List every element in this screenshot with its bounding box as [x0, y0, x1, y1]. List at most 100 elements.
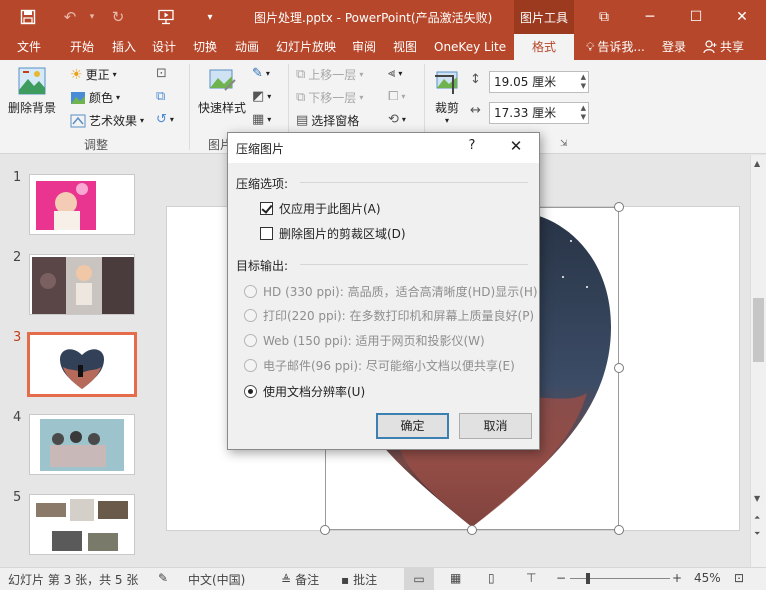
tab-transitions[interactable]: 切换: [193, 34, 217, 60]
comments-button[interactable]: ▪ 批注: [341, 571, 377, 588]
next-slide-icon[interactable]: ⏷: [754, 529, 760, 539]
zoom-in-button[interactable]: +: [672, 571, 682, 585]
minimize-button[interactable]: ─: [630, 0, 670, 34]
corrections-dropdown[interactable]: ☀ 更正 ▾: [70, 66, 117, 83]
bring-forward-button[interactable]: ⧉ 上移一层 ▾: [296, 66, 363, 83]
radio-button[interactable]: [244, 285, 257, 298]
align-dropdown[interactable]: ⫷ ▾: [388, 66, 402, 81]
remove-background-button[interactable]: 删除背景: [6, 66, 58, 116]
send-backward-button[interactable]: ⧉ 下移一层 ▾: [296, 89, 363, 106]
send-backward-icon: ⧉: [296, 90, 306, 105]
vertical-scrollbar[interactable]: ▲ ▼ ⏶ ⏷: [750, 155, 766, 567]
help-icon[interactable]: ?: [464, 138, 480, 153]
tab-file[interactable]: 文件: [17, 34, 41, 60]
resolution-option-document[interactable]: 使用文档分辨率(U): [244, 383, 365, 400]
ok-button[interactable]: 确定: [376, 413, 449, 439]
zoom-slider-thumb[interactable]: [586, 573, 590, 584]
slide-number: 3: [13, 330, 22, 345]
picture-effects-dropdown[interactable]: ◩ ▾: [252, 89, 271, 104]
notes-button[interactable]: ≜ 备注: [281, 571, 319, 588]
tab-view[interactable]: 视图: [393, 34, 417, 60]
maximize-button[interactable]: ☐: [676, 0, 716, 34]
tab-design[interactable]: 设计: [152, 34, 176, 60]
fit-slide-icon[interactable]: ⊡: [734, 571, 744, 585]
scroll-up-icon[interactable]: ▲: [754, 159, 760, 168]
tab-format[interactable]: 格式: [514, 34, 574, 60]
slideshow-view-button[interactable]: ⊤: [526, 571, 536, 585]
undo-dropdown-icon[interactable]: ▾: [78, 0, 106, 34]
normal-view-button[interactable]: ▭: [404, 568, 434, 590]
delete-cropped-checkbox[interactable]: 删除图片的剪裁区域(D): [260, 225, 406, 242]
slide-count-indicator[interactable]: 幻灯片 第 3 张，共 5 张: [8, 571, 138, 588]
radio-button[interactable]: [244, 334, 257, 347]
shape-height-input[interactable]: 19.05 厘米 ▲ ▼: [489, 71, 589, 93]
tab-slideshow[interactable]: 幻灯片放映: [276, 34, 336, 60]
slide-thumbnail[interactable]: [29, 174, 135, 235]
tab-home[interactable]: 开始: [70, 34, 94, 60]
artistic-effects-dropdown[interactable]: 艺术效果 ▾: [70, 112, 144, 129]
sign-in-link[interactable]: 登录: [662, 34, 686, 60]
change-picture-button[interactable]: ⧉: [156, 89, 165, 104]
resolution-option-hd[interactable]: HD (330 ppi): 高品质，适合高清晰度(HD)显示(H): [244, 283, 538, 300]
spin-arrows-icon[interactable]: ▲ ▼: [581, 73, 586, 91]
resize-handle[interactable]: [320, 525, 330, 535]
quick-styles-button[interactable]: 快速样式: [196, 66, 248, 116]
reading-view-icon: ▯: [488, 571, 495, 585]
close-icon[interactable]: ✕: [506, 137, 526, 155]
slide-thumbnail[interactable]: [29, 494, 135, 555]
close-window-button[interactable]: ✕: [722, 0, 762, 34]
resolution-option-email[interactable]: 电子邮件(96 ppi): 尽可能缩小文档以便共享(E): [244, 357, 515, 374]
picture-layout-dropdown[interactable]: ▦ ▾: [252, 112, 271, 127]
picture-border-dropdown[interactable]: ✎ ▾: [252, 66, 270, 81]
shape-width-input[interactable]: 17.33 厘米 ▲ ▼: [489, 102, 589, 124]
crop-button[interactable]: 裁剪 ▾: [428, 66, 466, 125]
rotate-dropdown[interactable]: ⟲ ▾: [388, 112, 406, 127]
zoom-slider[interactable]: [570, 578, 670, 579]
resize-handle[interactable]: [614, 202, 624, 212]
resize-handle[interactable]: [614, 525, 624, 535]
selection-pane-button[interactable]: ▤ 选择窗格: [296, 112, 359, 129]
previous-slide-icon[interactable]: ⏶: [754, 513, 760, 523]
checkbox-box[interactable]: [260, 202, 273, 215]
radio-button[interactable]: [244, 359, 257, 372]
start-slideshow-icon[interactable]: [152, 0, 180, 34]
resize-handle[interactable]: [467, 525, 477, 535]
group-objects-dropdown[interactable]: ⧠ ▾: [388, 89, 405, 104]
apply-only-checkbox[interactable]: 仅应用于此图片(A): [260, 200, 381, 217]
scroll-thumb[interactable]: [753, 298, 764, 362]
ribbon-display-options-icon[interactable]: ⧉: [584, 0, 624, 34]
scroll-down-icon[interactable]: ▼: [754, 494, 760, 503]
reset-picture-button[interactable]: ↺ ▾: [156, 112, 174, 127]
color-dropdown[interactable]: 颜色 ▾: [70, 89, 120, 106]
customize-qat-icon[interactable]: ▾: [196, 0, 224, 34]
redo-icon[interactable]: ↻: [104, 0, 132, 34]
slide-thumbnail-selected[interactable]: [27, 332, 137, 397]
slide-sorter-view-button[interactable]: ▦: [450, 571, 461, 585]
chevron-down-icon: ▾: [112, 70, 117, 79]
spin-arrows-icon[interactable]: ▲ ▼: [581, 104, 586, 122]
resize-handle[interactable]: [614, 363, 624, 373]
spell-check-icon[interactable]: ✎︎: [158, 571, 168, 585]
cancel-button[interactable]: 取消: [459, 413, 532, 439]
tab-review[interactable]: 审阅: [352, 34, 376, 60]
size-dialog-launcher-icon[interactable]: ⇲: [560, 139, 568, 149]
slide-thumbnail[interactable]: [29, 254, 135, 315]
language-indicator[interactable]: 中文(中国): [188, 571, 245, 588]
slide-thumbnail[interactable]: [29, 414, 135, 475]
resolution-option-print[interactable]: 打印(220 ppi): 在多数打印机和屏幕上质量良好(P): [244, 307, 534, 324]
save-icon[interactable]: [14, 0, 42, 34]
tab-onekey-lite[interactable]: OneKey Lite: [434, 34, 506, 60]
compress-pictures-button[interactable]: ⊡: [156, 66, 167, 81]
tab-insert[interactable]: 插入: [112, 34, 136, 60]
radio-button[interactable]: [244, 385, 257, 398]
checkbox-box[interactable]: [260, 227, 273, 240]
tell-me-search[interactable]: 💡︎ 告诉我...: [586, 34, 645, 60]
resolution-option-web[interactable]: Web (150 ppi): 适用于网页和投影仪(W): [244, 332, 485, 349]
radio-button[interactable]: [244, 309, 257, 322]
zoom-level[interactable]: 45%: [694, 571, 721, 585]
notes-icon: ≜: [281, 572, 292, 587]
reading-view-button[interactable]: ▯: [488, 571, 495, 585]
zoom-out-button[interactable]: −: [556, 571, 566, 585]
tab-animations[interactable]: 动画: [235, 34, 259, 60]
share-button[interactable]: 共享: [703, 34, 744, 60]
